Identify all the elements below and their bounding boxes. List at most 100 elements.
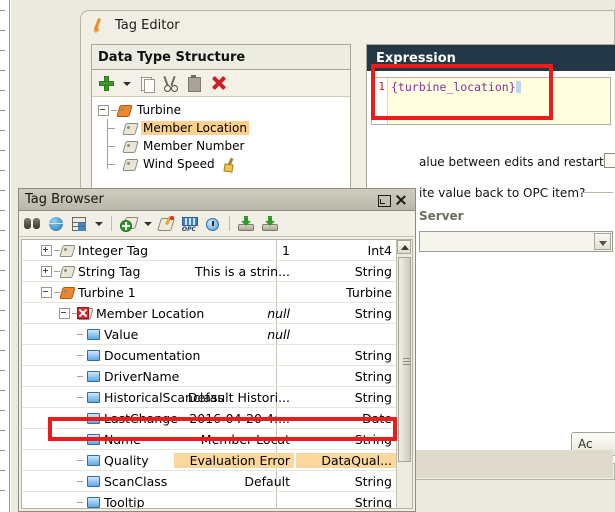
data-type-structure-header: Data Type Structure <box>92 45 350 70</box>
expression-highlight-box <box>371 64 553 120</box>
row-value: null <box>174 327 294 342</box>
data-type-structure-panel: Data Type Structure Turbine <box>91 44 351 194</box>
scrollbar-thumb[interactable] <box>398 257 411 462</box>
property-icon <box>87 329 100 340</box>
tree-node-label: Member Number <box>141 139 246 153</box>
row-name: Quality <box>104 453 149 468</box>
import-icon[interactable] <box>238 216 256 232</box>
data-type-structure-tree[interactable]: Turbine Member Location Member Number <box>96 101 346 189</box>
property-icon <box>87 350 100 361</box>
row-value: Default Histori... <box>174 390 294 405</box>
server-group-label: Server <box>419 209 464 223</box>
tag-icon <box>60 244 75 257</box>
row-type: String <box>296 474 396 489</box>
copy-icon[interactable] <box>138 75 155 92</box>
tag-browser-title: Tag Browser <box>25 192 375 207</box>
toolbar-separator <box>111 216 112 231</box>
export-icon[interactable] <box>262 216 280 232</box>
tree-node-label: Member Location <box>141 121 249 135</box>
tree-node-turbine[interactable]: Turbine <box>96 101 346 119</box>
row-type: Int4 <box>296 243 396 258</box>
table-row[interactable]: Documentation String <box>22 345 412 366</box>
tree-node-wind-speed[interactable]: Wind Speed <box>96 155 346 173</box>
tag-editor-titlebar: Tag Editor <box>81 11 614 39</box>
row-name: Turbine 1 <box>78 285 136 300</box>
row-type: String <box>296 495 396 510</box>
table-row[interactable]: DriverName String <box>22 366 412 387</box>
table-row-quality[interactable]: Quality Evaluation Error DataQual... <box>22 450 412 471</box>
table-row[interactable]: Turbine 1 Turbine <box>22 282 412 303</box>
tag-icon <box>123 122 138 135</box>
grid-filter-icon[interactable] <box>71 216 88 232</box>
table-row[interactable]: Member Location null String <box>22 303 412 324</box>
tag-icon <box>123 158 138 171</box>
add-dropdown-caret-icon[interactable] <box>122 75 131 92</box>
delete-icon[interactable] <box>210 75 227 92</box>
scan-class-icon[interactable] <box>205 216 221 232</box>
table-row[interactable]: Tooltip String <box>22 492 412 509</box>
tag-browser-titlebar: Tag Browser <box>19 189 415 211</box>
quality-row-highlight-box <box>48 417 397 441</box>
tag-error-icon <box>78 307 93 320</box>
property-icon <box>87 497 100 508</box>
row-type: DataQual... <box>296 453 396 468</box>
property-icon <box>87 371 100 382</box>
expand-toggle-icon[interactable] <box>41 266 52 277</box>
cut-icon[interactable] <box>162 75 179 92</box>
collapse-toggle-icon[interactable] <box>98 105 109 116</box>
tree-node-member-location[interactable]: Member Location <box>96 119 346 137</box>
group-divider <box>581 192 613 193</box>
close-icon[interactable] <box>392 192 409 208</box>
tag-browser-window: Tag Browser OPC Integer Tag 1 Int4 <box>18 188 416 512</box>
property-icon <box>87 476 100 487</box>
tag-editor-title: Tag Editor <box>115 18 180 33</box>
property-icon <box>87 455 100 466</box>
tag-browser-table[interactable]: Integer Tag 1 Int4 String Tag This is a … <box>21 239 413 509</box>
row-name: DriverName <box>104 369 179 384</box>
new-tag-dropdown-caret-icon[interactable] <box>143 215 152 232</box>
row-value: 1 <box>174 243 294 258</box>
vertical-scrollbar[interactable] <box>396 240 412 508</box>
restore-icon[interactable] <box>375 192 392 208</box>
add-tag-icon[interactable] <box>120 216 137 231</box>
browse-icon[interactable] <box>24 216 42 231</box>
collapse-toggle-icon[interactable] <box>41 287 52 298</box>
row-name: Tooltip <box>104 495 145 510</box>
table-row[interactable]: Value null <box>22 324 412 345</box>
expand-toggle-icon[interactable] <box>41 245 52 256</box>
chevron-down-icon[interactable] <box>594 233 611 250</box>
row-type: String <box>296 369 396 384</box>
add-icon[interactable] <box>98 75 115 92</box>
row-type: String <box>296 264 396 279</box>
globe-icon[interactable] <box>48 216 65 232</box>
scroll-up-arrow-icon[interactable] <box>397 240 411 254</box>
row-value: null <box>174 306 294 321</box>
table-row[interactable]: ScanClass Default String <box>22 471 412 492</box>
broom-icon <box>222 158 236 171</box>
server-select[interactable] <box>419 231 613 252</box>
row-type: String <box>296 348 396 363</box>
row-value: This is a strin... <box>174 264 294 279</box>
persist-value-checkbox[interactable] <box>604 153 615 168</box>
table-row[interactable]: Integer Tag 1 Int4 <box>22 240 412 261</box>
tag-icon <box>60 286 75 299</box>
tag-icon <box>60 265 75 278</box>
persist-value-label: alue between edits and restarts: <box>419 155 614 169</box>
paste-icon[interactable] <box>186 75 203 92</box>
row-value: Default <box>174 474 294 489</box>
ruler-strip <box>0 0 10 512</box>
toolbar-separator <box>229 216 230 231</box>
tree-node-label: Turbine <box>135 103 183 117</box>
tree-node-label: Wind Speed <box>141 157 217 171</box>
collapse-toggle-icon[interactable] <box>59 308 70 319</box>
row-name: Integer Tag <box>78 243 148 258</box>
tag-icon <box>123 140 138 153</box>
table-row[interactable]: String Tag This is a strin... String <box>22 261 412 282</box>
row-name: ScanClass <box>104 474 167 489</box>
row-value: Evaluation Error <box>174 453 294 468</box>
table-row[interactable]: HistoricalScanclass Default Histori... S… <box>22 387 412 408</box>
edit-tag-icon[interactable] <box>158 216 175 231</box>
tree-node-member-number[interactable]: Member Number <box>96 137 346 155</box>
opc-icon[interactable]: OPC <box>181 216 199 232</box>
filter-dropdown-caret-icon[interactable] <box>94 215 103 232</box>
